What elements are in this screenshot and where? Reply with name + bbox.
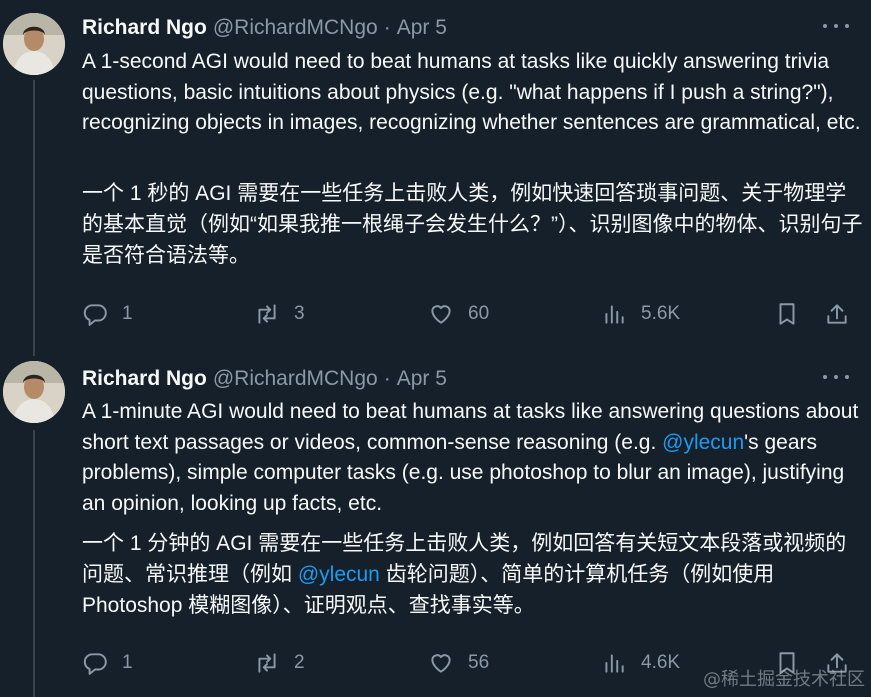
views-button[interactable]: 4.6K	[601, 646, 680, 680]
avatar[interactable]	[3, 13, 65, 75]
like-icon	[431, 654, 451, 673]
retweet-button[interactable]: 2	[254, 646, 305, 680]
tweet-date[interactable]: Apr 5	[397, 367, 447, 391]
views-count: 5.6K	[641, 303, 681, 324]
like-button[interactable]: 56	[428, 646, 489, 680]
share-icon	[827, 304, 847, 324]
author-name[interactable]: Richard Ngo	[82, 367, 207, 391]
mention-link[interactable]: @ylecun	[662, 431, 744, 454]
share-button[interactable]	[824, 297, 850, 331]
action-bar: 1 3 60 5.6K	[82, 297, 862, 331]
author-handle[interactable]: @RichardMCNgo	[213, 16, 378, 40]
tweet[interactable]: Richard Ngo @RichardMCNgo · Apr 5 A 1-mi…	[0, 348, 871, 697]
bookmark-button[interactable]	[774, 297, 800, 331]
author-name[interactable]: Richard Ngo	[82, 16, 207, 40]
separator: ·	[383, 367, 391, 390]
more-icon[interactable]	[823, 19, 849, 33]
like-button[interactable]: 60	[428, 297, 489, 331]
thread-line	[33, 80, 35, 356]
reply-button[interactable]: 1	[82, 297, 133, 331]
tweet-text-zh: 一个 1 秒的 AGI 需要在一些任务上击败人类，例如快速回答琐事问题、关于物理…	[82, 182, 863, 267]
retweet-count: 3	[294, 303, 305, 324]
reply-count: 1	[122, 652, 133, 673]
tweet-text-en: A 1-second AGI would need to beat humans…	[82, 50, 861, 134]
tweet-text-en: A 1-minute AGI would need to beat humans…	[82, 397, 862, 519]
more-icon[interactable]	[823, 370, 849, 384]
retweet-icon	[258, 304, 276, 324]
views-button[interactable]: 5.6K	[601, 297, 680, 331]
tweet[interactable]: Richard Ngo @RichardMCNgo · Apr 5 A 1-se…	[0, 0, 871, 356]
retweet-button[interactable]: 3	[254, 297, 305, 331]
reply-count: 1	[122, 303, 133, 324]
like-count: 56	[468, 652, 490, 673]
tweet-date[interactable]: Apr 5	[397, 16, 447, 40]
thread-line	[33, 430, 35, 697]
retweet-count: 2	[294, 652, 305, 673]
reply-button[interactable]: 1	[82, 646, 133, 680]
tweet-text-zh: 一个 1 分钟的 AGI 需要在一些任务上击败人类，例如回答有关短文本段落或视频…	[82, 528, 867, 621]
views-count: 4.6K	[641, 652, 681, 673]
bookmark-icon	[779, 303, 795, 325]
like-count: 60	[468, 303, 490, 324]
like-icon	[431, 305, 451, 324]
views-icon	[605, 305, 624, 324]
author-handle[interactable]: @RichardMCNgo	[213, 367, 378, 391]
reply-icon	[83, 304, 107, 326]
tweet-header: Richard Ngo @RichardMCNgo · Apr 5	[82, 366, 447, 392]
separator: ·	[383, 16, 391, 39]
tweet-header: Richard Ngo @RichardMCNgo · Apr 5	[82, 15, 447, 41]
avatar[interactable]	[3, 361, 65, 423]
retweet-icon	[258, 653, 276, 673]
watermark: @稀土掘金技术社区	[703, 669, 865, 690]
views-icon	[605, 654, 624, 673]
mention-link[interactable]: @ylecun	[298, 563, 380, 586]
reply-icon	[83, 653, 107, 675]
